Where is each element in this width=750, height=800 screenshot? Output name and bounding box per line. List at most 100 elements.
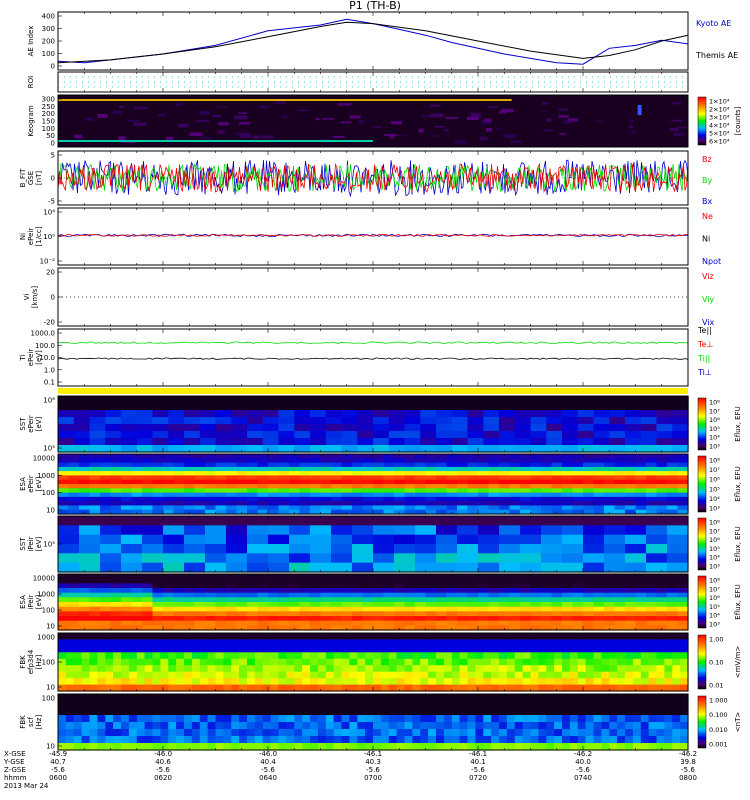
fbk-e-cell	[420, 665, 429, 673]
esa-e-cell	[467, 471, 479, 476]
esa-e-cell	[320, 462, 332, 468]
sst-e-cell	[58, 424, 75, 432]
esa-e-cell	[205, 488, 217, 494]
keo-patch	[233, 115, 248, 120]
esa-i-cell	[58, 578, 70, 584]
esa-i-cell	[142, 583, 154, 589]
fbk-e-cell	[499, 645, 508, 653]
fbk-e-cell	[514, 658, 524, 666]
sst-i-cell	[100, 562, 122, 573]
fbk-b-cell	[436, 715, 445, 723]
fbk-b-cell	[499, 715, 508, 723]
fbk-e-cell	[254, 645, 264, 653]
esa-i-cell	[478, 597, 490, 603]
fbk-b-cell	[380, 722, 390, 730]
sst-e-cell	[373, 424, 390, 432]
fbk-b-cell	[436, 736, 445, 744]
esa-e-cell	[331, 458, 343, 464]
fbk-b-cell	[601, 729, 610, 737]
sst-e-cell	[357, 431, 374, 439]
sst-e-cell	[357, 417, 374, 425]
esa-e-cell	[89, 496, 101, 502]
keo-colorbar-tick: 4×10⁴	[709, 122, 730, 130]
sst-e-cell	[562, 410, 579, 418]
sst-e-cell	[656, 410, 673, 418]
esa-e-cell	[635, 479, 647, 485]
esa-e-cell	[236, 458, 248, 464]
ephem-value: 40.1	[470, 758, 486, 766]
sst-i-cell	[163, 562, 185, 573]
esa-i-cell	[352, 611, 364, 617]
fbk-e-cell	[459, 678, 469, 686]
esa-i-cell	[488, 616, 500, 622]
esa-i-cell	[457, 583, 469, 589]
sst-i-cell	[667, 525, 689, 536]
sst-e-cell	[609, 396, 626, 404]
b-tick-label: 5	[51, 152, 55, 160]
fbk-e-cell	[152, 639, 161, 647]
esa-e-cell	[142, 454, 154, 459]
esa-e-cell	[656, 505, 668, 511]
fbk-e-cell	[144, 665, 154, 673]
fbk-e-cell	[546, 671, 555, 679]
fbk-b-cell	[672, 694, 681, 702]
fbk-e-cell	[184, 645, 193, 653]
fbk-e-cell	[373, 633, 382, 640]
esa-i-cell	[614, 602, 626, 608]
esa-i-cell	[509, 602, 521, 608]
esa-e-cell	[604, 496, 616, 502]
esa-i-cell	[467, 602, 479, 608]
fbk-e-cell	[538, 652, 547, 660]
sst-e-cell	[247, 410, 264, 418]
esa-e-tick-label: 10000	[33, 455, 55, 463]
sst-i-cell	[142, 525, 164, 536]
esa-e-colorbar-label-text: Eflux, EFU	[734, 466, 742, 501]
esa-i-cell	[373, 592, 385, 598]
esa-i-cell	[289, 588, 301, 594]
sst-i-cell	[436, 516, 458, 526]
sst-e-cell	[152, 403, 169, 411]
esa-e-cell	[89, 479, 101, 485]
sst-e-cell	[73, 410, 91, 418]
esa-i-cell	[541, 611, 553, 617]
fbk-b-cell	[412, 736, 421, 744]
esa-i-cell	[635, 578, 647, 584]
esa-e-cell	[299, 501, 311, 506]
fbk-b-cell	[451, 715, 461, 723]
esa-i-cell	[415, 611, 427, 617]
esa-e-cell	[509, 488, 521, 494]
fbk-e-cell	[262, 645, 272, 653]
fbk-e-cell	[625, 639, 634, 647]
esa-e-cell	[488, 488, 500, 494]
esa-e-cell	[604, 471, 616, 476]
esa-i-cell	[509, 620, 521, 626]
sst-e-cell	[357, 410, 374, 418]
esa-e-cell	[341, 471, 353, 476]
esa-e-cell	[499, 492, 511, 498]
keo-colorbar-tick: 5×10⁴	[709, 130, 730, 138]
esa-e-cell	[289, 479, 301, 485]
fbk-b-cell	[97, 729, 106, 737]
esa-i-cell	[110, 616, 122, 622]
esa-e-cell	[163, 479, 175, 485]
fbk-e-cell	[514, 645, 524, 653]
fbk-e-cell	[136, 652, 146, 660]
fbk-b-cell	[577, 715, 587, 723]
fbk-e-cell	[73, 633, 83, 640]
fbk-b-cell	[601, 715, 610, 723]
fbk-b-cell	[73, 743, 83, 751]
fbk-b-cell	[672, 722, 681, 730]
fbk-e-cell	[152, 652, 161, 660]
fbk-e-cell	[58, 678, 67, 686]
sst-i-cell	[583, 544, 605, 554]
sst-e-cell	[388, 417, 406, 425]
fbk-e-cell	[81, 645, 91, 653]
fbk-b-cell	[105, 729, 114, 737]
fbk-b-cell	[270, 722, 280, 730]
b-tick-label: -5	[48, 198, 55, 206]
esa-e-cell	[341, 488, 353, 494]
esa-i-cell	[530, 588, 542, 594]
esa-i-cell	[415, 616, 427, 622]
esa-e-cell	[100, 492, 112, 498]
esa-e-cell	[446, 471, 458, 476]
